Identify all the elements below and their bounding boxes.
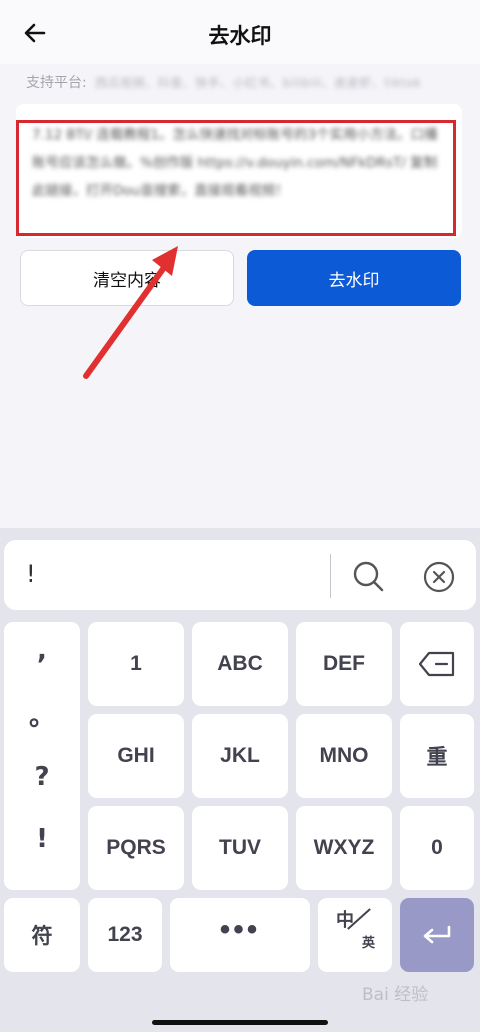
punct-exclaim-key[interactable]: ! (4, 824, 80, 854)
top-bar: 去水印 (0, 0, 480, 64)
number-mode-key[interactable]: 123 (88, 898, 162, 972)
key-jkl[interactable]: JKL (192, 714, 288, 798)
backspace-key[interactable] (400, 622, 474, 706)
candidate-divider (330, 554, 331, 598)
home-indicator (152, 1020, 328, 1025)
annotation-highlight-box (16, 120, 456, 236)
punctuation-column[interactable]: , 。 ? ! (4, 622, 80, 890)
close-circle-icon[interactable] (422, 560, 456, 594)
watermark: Bai 经验 (362, 985, 429, 1005)
search-icon[interactable] (350, 558, 386, 594)
platforms-label: 支持平台: (26, 75, 87, 91)
punct-question-key[interactable]: ? (4, 762, 80, 792)
punct-period-key[interactable]: 。 (4, 696, 80, 733)
keyboard-candidate-bar: ! (4, 540, 476, 610)
lang-zh-label: 中 (336, 910, 354, 930)
backspace-icon (418, 651, 455, 677)
platforms-list: 西瓜视频、抖音、快手、小红书、bilibili、皮皮虾、tiktok (95, 76, 422, 90)
key-ghi[interactable]: GHI (88, 714, 184, 798)
language-switch-key[interactable]: 中 英 (318, 898, 392, 972)
enter-key[interactable] (400, 898, 474, 972)
clear-content-button[interactable]: 清空内容 (20, 250, 234, 306)
key-abc[interactable]: ABC (192, 622, 288, 706)
remove-watermark-button[interactable]: 去水印 (247, 250, 461, 306)
symbol-key[interactable]: 符 (4, 898, 80, 972)
key-0[interactable]: 0 (400, 806, 474, 890)
page-title: 去水印 (208, 24, 272, 48)
supported-platforms: 支持平台: 西瓜视频、抖音、快手、小红书、bilibili、皮皮虾、tiktok (26, 72, 466, 94)
punct-comma-key[interactable]: , (4, 636, 80, 666)
enter-arrow-icon (423, 925, 451, 944)
keyboard: ! , 。 ? ! 1 ABC DEF GHI JKL MNO 重 PQRS T… (0, 528, 480, 1032)
key-1[interactable]: 1 (88, 622, 184, 706)
key-mno[interactable]: MNO (296, 714, 392, 798)
key-pqrs[interactable]: PQRS (88, 806, 184, 890)
key-def[interactable]: DEF (296, 622, 392, 706)
key-wxyz[interactable]: WXYZ (296, 806, 392, 890)
space-dots-icon: ••• (219, 913, 261, 946)
lang-en-label: 英 (362, 935, 376, 950)
keyboard-input-text: ! (26, 560, 36, 588)
space-key[interactable]: ••• (170, 898, 310, 972)
key-reenter[interactable]: 重 (400, 714, 474, 798)
key-tuv[interactable]: TUV (192, 806, 288, 890)
